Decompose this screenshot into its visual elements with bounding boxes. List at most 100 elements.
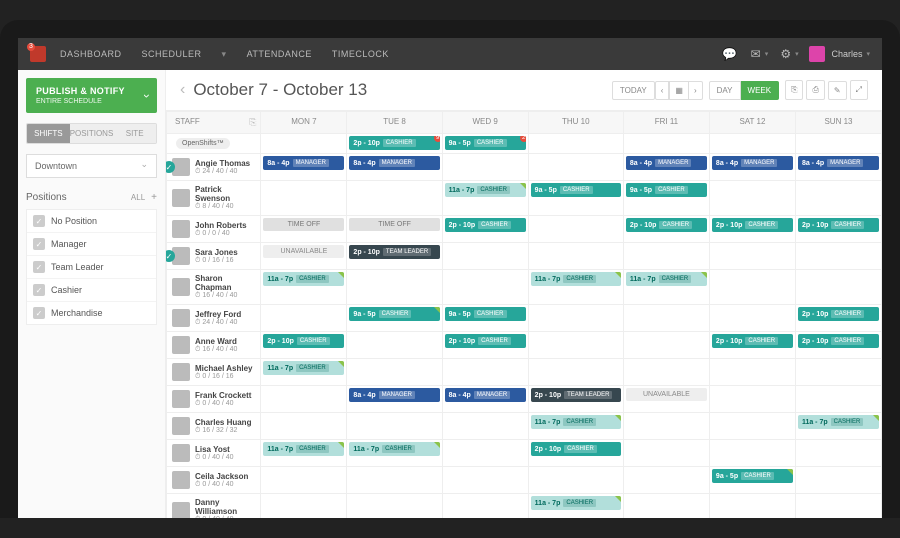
day-cell[interactable]	[528, 467, 623, 494]
day-cell[interactable]	[261, 305, 347, 332]
shift-block[interactable]: 11a - 7pCASHIER	[263, 272, 344, 286]
day-cell[interactable]	[347, 270, 442, 305]
openshifts-cell[interactable]: OpenShifts™	[167, 134, 261, 154]
inbox-icon[interactable]: ✉▾	[747, 42, 771, 66]
shift-unavailable[interactable]: UNAVAILABLE	[626, 388, 707, 401]
shift-timeoff[interactable]: TIME OFF	[263, 218, 344, 231]
nav-dashboard[interactable]: DASHBOARD	[60, 49, 122, 59]
position-item[interactable]: ✓Merchandise	[27, 302, 156, 324]
shift-block[interactable]: 11a - 7pCASHIER	[798, 415, 879, 429]
day-cell[interactable]: 11a - 7pCASHIER	[528, 270, 623, 305]
position-item[interactable]: ✓Cashier	[27, 279, 156, 302]
checkbox-icon[interactable]: ✓	[33, 261, 45, 273]
day-cell[interactable]: 8a - 4pMANAGER	[709, 154, 795, 181]
shift-block[interactable]: 2p - 10pTEAM LEADER	[349, 245, 439, 259]
tab-site[interactable]: SITE	[113, 124, 156, 143]
nav-attendance[interactable]: ATTENDANCE	[247, 49, 312, 59]
day-cell[interactable]	[709, 413, 795, 440]
shift-block[interactable]: 8a - 4pMANAGER	[263, 156, 344, 170]
day-cell[interactable]	[347, 359, 442, 386]
day-cell[interactable]: 11a - 7pCASHIER	[347, 440, 442, 467]
day-cell[interactable]	[795, 386, 881, 413]
copy-staff-icon[interactable]: ⎘	[249, 117, 256, 128]
day-cell[interactable]	[347, 181, 442, 216]
shift-block[interactable]: 8a - 4pMANAGER	[445, 388, 526, 402]
day-cell[interactable]: 2p - 10pCASHIER	[623, 216, 709, 243]
positions-all[interactable]: ALL	[131, 193, 145, 202]
nav-timeclock[interactable]: TIMECLOCK	[332, 49, 389, 59]
shift-block[interactable]: 2p - 10pCASHIER	[626, 218, 707, 232]
day-cell[interactable]	[528, 216, 623, 243]
shift-block[interactable]: 2p - 10pCASHIER	[798, 218, 879, 232]
day-cell[interactable]	[528, 154, 623, 181]
shift-block[interactable]: 2p - 10pCASHIER	[445, 218, 526, 232]
day-cell[interactable]	[261, 386, 347, 413]
position-item[interactable]: ✓No Position	[27, 210, 156, 233]
position-item[interactable]: ✓Manager	[27, 233, 156, 256]
shift-block[interactable]: 11a - 7pCASHIER	[263, 361, 344, 375]
day-cell[interactable]: 11a - 7pCASHIER	[528, 494, 623, 519]
shift-block[interactable]: 9a - 5pCASHIER2	[445, 136, 526, 150]
day-cell[interactable]	[795, 270, 881, 305]
day-cell[interactable]	[442, 243, 528, 270]
day-cell[interactable]: 9a - 5pCASHIER	[528, 181, 623, 216]
shift-block[interactable]: 2p - 10pTEAM LEADER	[531, 388, 621, 402]
shift-block[interactable]: 2p - 10pCASHIER	[798, 307, 879, 321]
day-cell[interactable]	[709, 386, 795, 413]
day-cell[interactable]: 2p - 10pCASHIER	[795, 332, 881, 359]
staff-cell[interactable]: ✓Sara Jones⏱ 0 / 16 / 16	[167, 243, 261, 270]
shift-block[interactable]: 9a - 5pCASHIER	[531, 183, 621, 197]
shift-block[interactable]: 11a - 7pCASHIER	[349, 442, 439, 456]
checkbox-icon[interactable]: ✓	[33, 215, 45, 227]
shift-block[interactable]: 2p - 10pCASHIER	[263, 334, 344, 348]
shift-block[interactable]: 8a - 4pMANAGER	[798, 156, 879, 170]
shift-block[interactable]: 9a - 5pCASHIER	[445, 307, 526, 321]
staff-cell[interactable]: Charles Huang⏱ 16 / 32 / 32	[167, 413, 261, 440]
day-cell[interactable]: 2p - 10pTEAM LEADER	[347, 243, 442, 270]
today-button[interactable]: TODAY	[612, 81, 655, 100]
prev-icon[interactable]: ‹	[180, 81, 185, 99]
day-cell[interactable]	[528, 359, 623, 386]
day-cell[interactable]: 2p - 10pCASHIER	[795, 305, 881, 332]
day-cell[interactable]: TIME OFF	[347, 216, 442, 243]
day-cell[interactable]: 11a - 7pCASHIER	[261, 440, 347, 467]
tab-shifts[interactable]: SHIFTS	[27, 124, 70, 143]
day-cell[interactable]: UNAVAILABLE	[623, 386, 709, 413]
tab-positions[interactable]: POSITIONS	[70, 124, 114, 143]
user-name[interactable]: Charles	[831, 49, 862, 59]
nav-scheduler-menu[interactable]: ▾	[222, 49, 227, 60]
day-cell[interactable]: 8a - 4pMANAGER	[261, 154, 347, 181]
staff-cell[interactable]: Lisa Yost⏱ 0 / 40 / 40	[167, 440, 261, 467]
day-cell[interactable]	[261, 413, 347, 440]
day-cell[interactable]	[442, 359, 528, 386]
staff-cell[interactable]: ✓Angie Thomas⏱ 24 / 40 / 40	[167, 154, 261, 181]
day-cell[interactable]: 2p - 10pCASHIER9	[347, 134, 442, 154]
staff-cell[interactable]: Anne Ward⏱ 16 / 40 / 40	[167, 332, 261, 359]
shift-block[interactable]: 2p - 10pCASHIER	[445, 334, 526, 348]
day-cell[interactable]: 2p - 10pCASHIER	[442, 332, 528, 359]
day-cell[interactable]	[623, 467, 709, 494]
day-cell[interactable]	[528, 305, 623, 332]
day-cell[interactable]: 11a - 7pCASHIER	[261, 270, 347, 305]
print-icon[interactable]: ⎙	[806, 80, 824, 100]
shift-block[interactable]: 8a - 4pMANAGER	[626, 156, 707, 170]
day-cell[interactable]	[261, 494, 347, 519]
day-cell[interactable]	[442, 467, 528, 494]
fullscreen-icon[interactable]: ⤢	[850, 80, 868, 100]
day-cell[interactable]: UNAVAILABLE	[261, 243, 347, 270]
staff-cell[interactable]: Patrick Swenson⏱ 8 / 40 / 40	[167, 181, 261, 216]
day-cell[interactable]	[709, 440, 795, 467]
day-cell[interactable]	[795, 243, 881, 270]
day-cell[interactable]	[261, 134, 347, 154]
shift-timeoff[interactable]: TIME OFF	[349, 218, 439, 231]
shift-block[interactable]: 11a - 7pCASHIER	[263, 442, 344, 456]
shift-block[interactable]: 9a - 5pCASHIER	[626, 183, 707, 197]
day-cell[interactable]: 2p - 10pCASHIER	[261, 332, 347, 359]
day-cell[interactable]: 8a - 4pMANAGER	[623, 154, 709, 181]
day-cell[interactable]	[795, 359, 881, 386]
copy-icon[interactable]: ⎘	[785, 80, 803, 100]
day-cell[interactable]	[442, 154, 528, 181]
staff-cell[interactable]: Sharon Chapman⏱ 16 / 40 / 40	[167, 270, 261, 305]
shift-block[interactable]: 2p - 10pCASHIER	[798, 334, 879, 348]
tools-icon[interactable]: ✎	[828, 81, 847, 100]
